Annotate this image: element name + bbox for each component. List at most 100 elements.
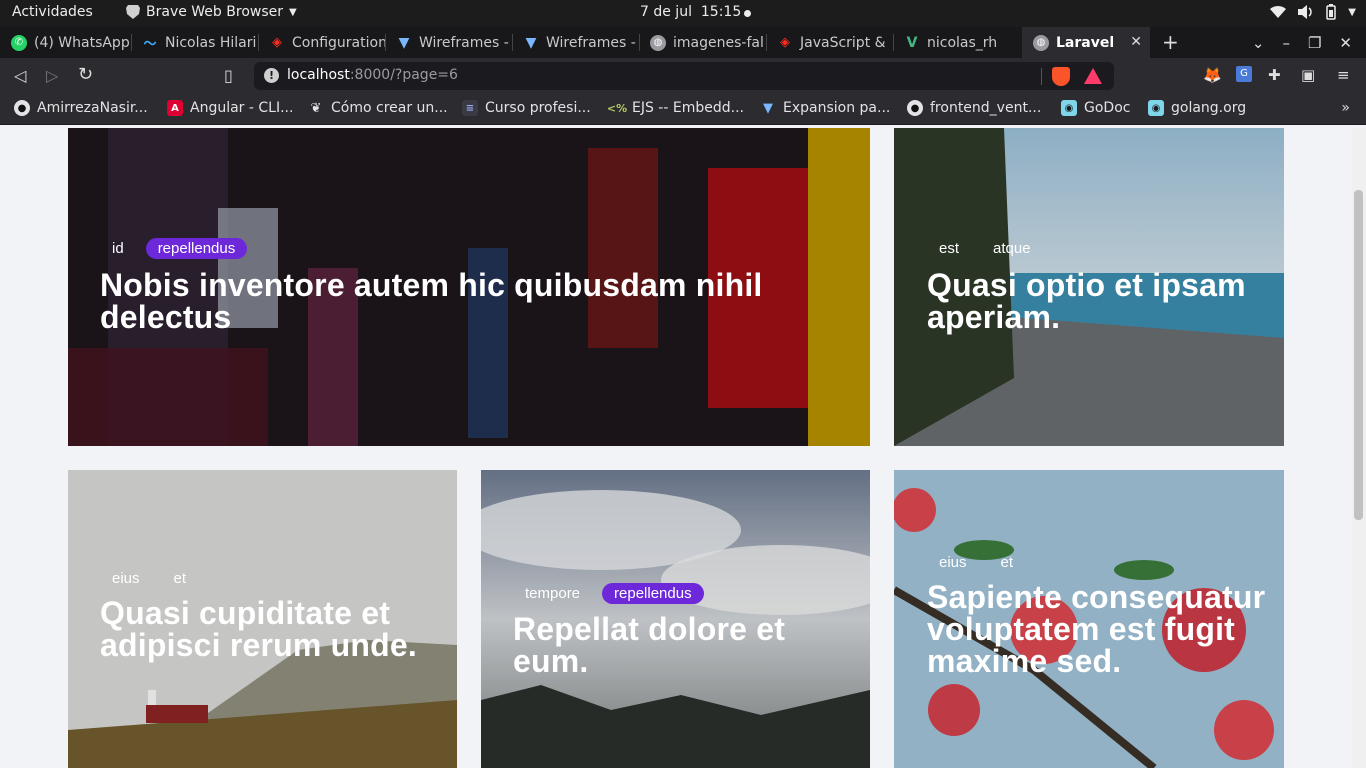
bookmark-label: frontend_vent... [930, 100, 1042, 116]
tab-label: Nicolas Hilari [165, 34, 257, 51]
gopher-icon: ◉ [1061, 100, 1077, 116]
app-menu[interactable]: Brave Web Browser ▼ [126, 4, 297, 20]
back-icon[interactable]: ◁ [14, 66, 26, 85]
battery-icon [1326, 4, 1337, 20]
tag-badge[interactable]: repellendus [145, 238, 248, 259]
tab-label: imagenes-fal [673, 34, 764, 51]
tag-badge[interactable]: repellendus [602, 583, 704, 604]
more-bookmarks-icon[interactable]: » [1341, 100, 1350, 116]
bookmark-label: EJS -- Embedd... [632, 100, 744, 116]
post-card[interactable]: tempore repellendus Repellat dolore et e… [481, 470, 870, 768]
url-host: localhost [287, 67, 350, 83]
close-tab-icon[interactable]: ✕ [1130, 34, 1142, 50]
bookmark-item[interactable]: ≡ Curso profesi... [462, 100, 591, 116]
app-menu-label: Brave Web Browser [146, 4, 283, 20]
menu-icon[interactable]: ≡ [1337, 66, 1350, 84]
metamask-icon[interactable]: 🦊 [1203, 66, 1222, 84]
activities-button[interactable]: Actividades [12, 4, 93, 20]
tab-laravel[interactable]: ◍ Laravel ✕ [1022, 27, 1150, 58]
translate-icon[interactable]: G [1236, 66, 1252, 82]
post-title[interactable]: Sapiente consequatur voluptatem est fugi… [927, 581, 1267, 677]
bookmark-icon[interactable]: ▯ [224, 66, 233, 85]
tab-strip: ✆ (4) WhatsApp 〜 Nicolas Hilari ◈ Config… [0, 27, 1366, 58]
notification-dot-icon [744, 10, 751, 17]
course-icon: ≡ [462, 100, 478, 116]
site-info-icon[interactable]: ! [264, 68, 279, 83]
tab-wireframes-1[interactable]: ▼ Wireframes - [385, 27, 512, 58]
ejs-icon: <% [606, 101, 628, 115]
bookmarks-bar: ● AmirrezaNasir... A Angular - CLI... ❦ … [0, 94, 1366, 125]
bookmark-item[interactable]: A Angular - CLI... [167, 100, 293, 116]
wallet-icon[interactable]: ▣ [1301, 66, 1315, 84]
tab-search-chevron-icon[interactable]: ⌄ [1252, 34, 1265, 52]
tab-whatsapp[interactable]: ✆ (4) WhatsApp [0, 27, 131, 58]
laravel-icon: ◈ [780, 35, 790, 50]
post-title[interactable]: Quasi cupiditate et adipisci rerum unde. [100, 597, 440, 661]
bookmark-item[interactable]: ❦ Cómo crear un... [308, 100, 448, 116]
tab-label: nicolas_rh [927, 34, 998, 51]
brave-shields-icon[interactable] [1052, 67, 1070, 86]
post-title[interactable]: Nobis inventore autem hic quibusdam nihi… [100, 269, 840, 333]
post-card[interactable]: id repellendus Nobis inventore autem hic… [68, 128, 870, 446]
tag-badge[interactable]: eius [927, 552, 979, 573]
scrollbar-thumb[interactable] [1354, 190, 1363, 520]
post-card[interactable]: est atque Quasi optio et ipsam aperiam. [894, 128, 1284, 446]
tab-label: Wireframes - [419, 34, 509, 51]
address-bar[interactable]: ! localhost:8000/?page=6 [254, 62, 1114, 90]
post-title[interactable]: Repellat dolore et eum. [513, 613, 853, 677]
tab-label: (4) WhatsApp [34, 34, 130, 51]
tab-nicolas-hilari[interactable]: 〜 Nicolas Hilari [131, 27, 258, 58]
tag-badge[interactable]: id [100, 238, 136, 259]
tag-list: id repellendus [100, 238, 248, 259]
tag-badge[interactable]: est [927, 238, 971, 259]
bookmark-label: Angular - CLI... [190, 100, 294, 116]
clock[interactable]: 7 de jul 15:15 [640, 4, 741, 20]
tag-badge[interactable]: et [989, 552, 1026, 573]
github-icon: ● [14, 100, 30, 116]
tag-badge[interactable]: tempore [513, 583, 592, 604]
new-tab-button[interactable]: + [1162, 30, 1179, 54]
bookmark-label: AmirrezaNasir... [37, 100, 148, 116]
minimize-icon[interactable]: – [1282, 34, 1290, 52]
system-tray[interactable]: ▼ [1270, 4, 1356, 20]
post-card[interactable]: eius et Sapiente consequatur voluptatem … [894, 470, 1284, 768]
window-controls: ⌄ – ❐ ✕ [1252, 27, 1366, 58]
tab-configuration[interactable]: ◈ Configuration [258, 27, 385, 58]
laravel-icon: ◈ [272, 35, 282, 50]
bookmark-label: golang.org [1171, 100, 1247, 116]
bookmark-item[interactable]: ▼ Expansion pa... [760, 100, 890, 116]
github-icon: ● [907, 100, 923, 116]
extensions-icon[interactable]: ✚ [1268, 66, 1281, 84]
post-title[interactable]: Quasi optio et ipsam aperiam. [927, 269, 1257, 333]
bookmark-label: Expansion pa... [783, 100, 891, 116]
bookmark-item[interactable]: ◉ GoDoc [1061, 100, 1130, 116]
tab-nicolas-rh[interactable]: V nicolas_rh [893, 27, 1020, 58]
reload-icon[interactable]: ↻ [78, 64, 93, 85]
tag-badge[interactable]: eius [100, 568, 152, 589]
browser-toolbar: ◁ ▷ ↻ ▯ ! localhost:8000/?page=6 🦊 G ✚ ▣… [0, 58, 1366, 94]
close-window-icon[interactable]: ✕ [1339, 34, 1352, 52]
bookmark-item[interactable]: ● AmirrezaNasir... [14, 100, 148, 116]
brave-rewards-icon[interactable] [1084, 68, 1102, 84]
tag-badge[interactable]: et [162, 568, 199, 589]
tag-list: eius et [927, 552, 1025, 573]
bookmark-label: GoDoc [1084, 100, 1131, 116]
tab-wireframes-2[interactable]: ▼ Wireframes - [512, 27, 639, 58]
url-divider [1041, 68, 1042, 85]
url-path: :8000/?page=6 [349, 67, 458, 83]
tab-imagenes[interactable]: ◍ imagenes-fal [639, 27, 766, 58]
tag-badge[interactable]: atque [981, 238, 1043, 259]
bookmark-item[interactable]: ● frontend_vent... [907, 100, 1041, 116]
chevron-down-icon: ▼ [289, 6, 297, 18]
forward-icon[interactable]: ▷ [46, 66, 58, 85]
maximize-icon[interactable]: ❐ [1308, 34, 1321, 52]
bookmark-item[interactable]: ◉ golang.org [1148, 100, 1246, 116]
bookmark-item[interactable]: <% EJS -- Embedd... [606, 100, 744, 116]
tab-javascript[interactable]: ◈ JavaScript & [766, 27, 893, 58]
post-card[interactable]: eius et Quasi cupiditate et adipisci rer… [68, 470, 457, 768]
tab-label: Configuration [292, 34, 385, 51]
whatsapp-icon: ✆ [11, 34, 27, 51]
tag-list: eius et [100, 568, 198, 589]
tab-label: Wireframes - [546, 34, 636, 51]
chevron-down-icon: ▼ [1348, 6, 1356, 18]
